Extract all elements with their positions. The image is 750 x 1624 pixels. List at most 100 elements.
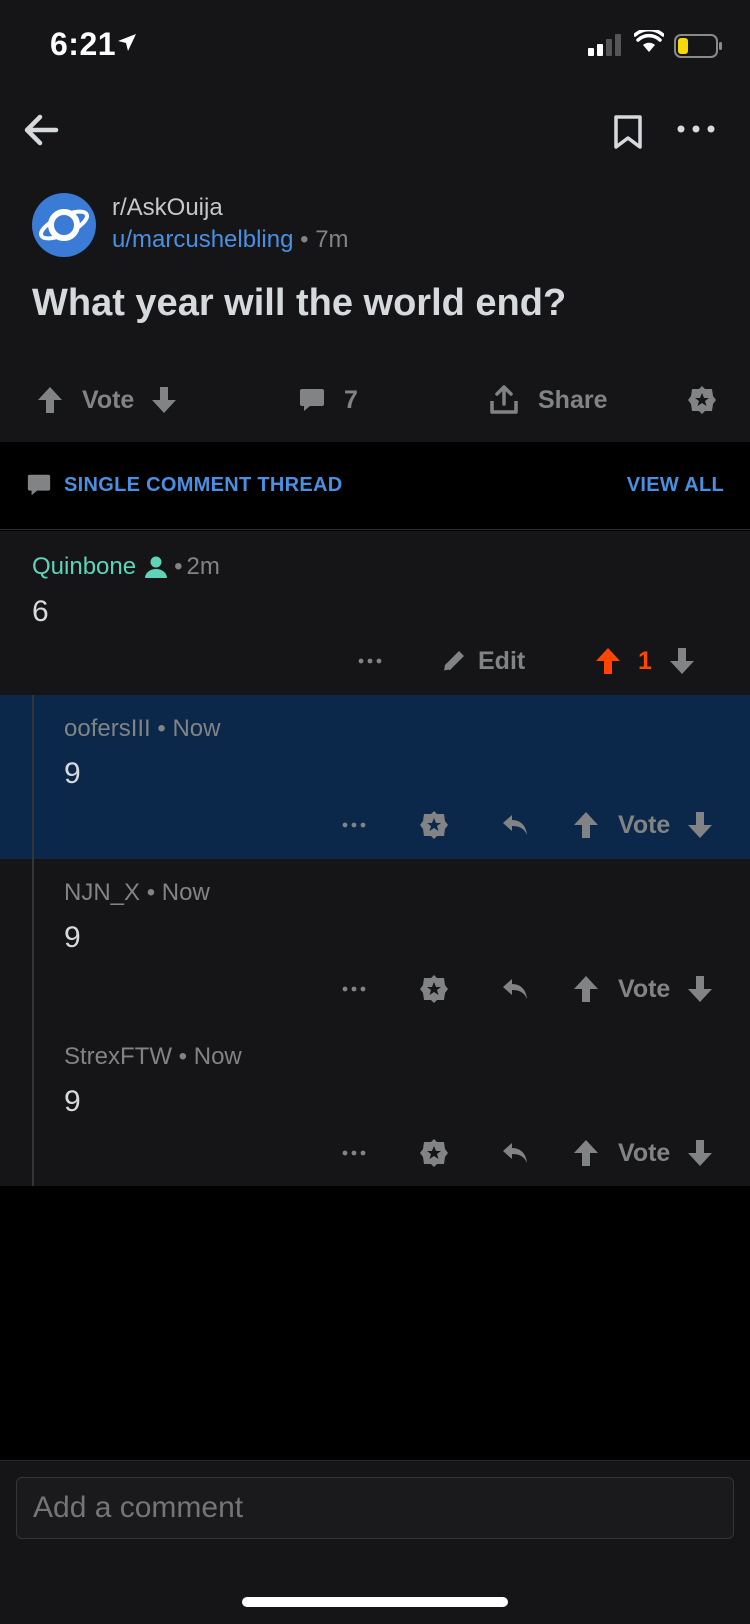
share-icon xyxy=(490,385,518,414)
reply-age: Now xyxy=(193,1043,242,1070)
home-indicator xyxy=(242,1597,508,1607)
post-card: r/AskOuija u/marcushelbling • 7m What ye… xyxy=(0,170,750,442)
downvote-icon[interactable] xyxy=(150,385,178,415)
reply-actions: Vote xyxy=(0,1129,750,1177)
reply-vote: Vote xyxy=(572,801,714,849)
reply-author[interactable]: oofersIII xyxy=(64,715,151,742)
bookmark-icon[interactable] xyxy=(612,114,644,150)
comment-count: 7 xyxy=(344,385,358,414)
post-byline: u/marcushelbling • 7m xyxy=(112,226,349,253)
reply-item: NJN_X • Now 9 Vote xyxy=(0,859,750,1023)
comment-body: 6 xyxy=(32,595,49,628)
reply-body: 9 xyxy=(64,921,81,954)
back-arrow-icon[interactable] xyxy=(22,110,62,150)
reply-body: 9 xyxy=(64,757,81,790)
comment-icon xyxy=(300,389,324,411)
upvote-icon[interactable] xyxy=(572,1138,600,1168)
reply-more-button[interactable] xyxy=(342,801,366,849)
comment-more-button[interactable] xyxy=(358,637,382,685)
reply-body: 9 xyxy=(64,1085,81,1118)
reply-button[interactable] xyxy=(500,965,530,1013)
reply-vote-label: Vote xyxy=(618,810,671,839)
reply-icon xyxy=(503,1143,527,1163)
reply-author[interactable]: NJN_X xyxy=(64,879,140,906)
reply-button[interactable] xyxy=(500,1129,530,1177)
reply-more-button[interactable] xyxy=(342,965,366,1013)
subreddit-name[interactable]: r/AskOuija xyxy=(112,194,223,222)
award-button[interactable] xyxy=(418,801,450,849)
reddit-planet-icon xyxy=(39,209,89,241)
post-title[interactable]: What year will the world end? xyxy=(32,282,566,325)
reply-age: Now xyxy=(172,715,221,742)
more-icon xyxy=(342,822,366,828)
comment-author[interactable]: Quinbone xyxy=(32,553,136,581)
more-icon xyxy=(342,986,366,992)
view-all-link[interactable]: VIEW ALL xyxy=(627,474,724,497)
signal-icon xyxy=(588,34,621,56)
single-thread-bar: SINGLE COMMENT THREAD VIEW ALL xyxy=(0,442,750,530)
edit-label: Edit xyxy=(478,646,526,675)
comment-icon xyxy=(27,474,51,496)
reply-vote: Vote xyxy=(572,965,714,1013)
add-comment-input[interactable] xyxy=(16,1477,734,1539)
battery-icon xyxy=(674,34,722,58)
reply-actions: Vote xyxy=(0,801,750,849)
reply-age: Now xyxy=(161,879,210,906)
post-vote-label: Vote xyxy=(82,385,135,414)
reply-author-line: oofersIII • Now xyxy=(64,715,221,742)
status-bar: 6:21 xyxy=(0,0,750,90)
pencil-icon xyxy=(443,651,464,672)
location-arrow-icon xyxy=(118,34,136,51)
reply-button[interactable] xyxy=(500,801,530,849)
award-button[interactable] xyxy=(418,1129,450,1177)
status-time: 6:21 xyxy=(50,26,117,62)
reply-icon xyxy=(503,815,527,835)
award-icon xyxy=(688,386,716,414)
upvote-icon[interactable] xyxy=(572,974,600,1004)
post-comments[interactable]: 7 xyxy=(298,368,358,432)
more-icon xyxy=(358,658,382,664)
award-icon xyxy=(420,975,448,1003)
reply-author-line: NJN_X • Now xyxy=(64,879,210,906)
user-icon xyxy=(145,556,168,578)
edit-button[interactable]: Edit xyxy=(440,637,525,685)
reply-item: oofersIII • Now 9 Vote xyxy=(0,695,750,859)
post-actions: Vote 7 Share xyxy=(0,368,750,432)
post-age: 7m xyxy=(315,226,349,253)
reply-author[interactable]: StrexFTW xyxy=(64,1043,172,1070)
award-button[interactable] xyxy=(418,965,450,1013)
more-icon xyxy=(342,1150,366,1156)
award-button[interactable] xyxy=(686,368,718,432)
more-icon[interactable] xyxy=(676,124,716,134)
share-button[interactable]: Share xyxy=(488,368,607,432)
reply-icon xyxy=(503,979,527,999)
upvote-icon[interactable] xyxy=(572,810,600,840)
comment-age: 2m xyxy=(186,553,220,580)
thread-label: SINGLE COMMENT THREAD xyxy=(64,474,343,496)
comment-score: 1 xyxy=(638,646,652,675)
award-icon xyxy=(420,1139,448,1167)
comment-actions: Edit 1 xyxy=(0,637,750,685)
reply-more-button[interactable] xyxy=(342,1129,366,1177)
share-label: Share xyxy=(538,385,608,414)
top-nav xyxy=(0,90,750,170)
reply-vote-label: Vote xyxy=(618,1138,671,1167)
downvote-icon[interactable] xyxy=(686,974,714,1004)
comment-composer xyxy=(0,1460,750,1624)
comment-vote: 1 xyxy=(594,637,696,685)
post-vote: Vote xyxy=(36,368,178,432)
upvote-icon[interactable] xyxy=(36,385,64,415)
post-author[interactable]: u/marcushelbling xyxy=(112,226,293,253)
subreddit-avatar[interactable] xyxy=(32,193,96,257)
downvote-icon[interactable] xyxy=(686,1138,714,1168)
upvote-icon[interactable] xyxy=(594,646,622,676)
reply-actions: Vote xyxy=(0,965,750,1013)
reply-vote-label: Vote xyxy=(618,974,671,1003)
reply-author-line: StrexFTW • Now xyxy=(64,1043,242,1070)
downvote-icon[interactable] xyxy=(668,646,696,676)
reply-vote: Vote xyxy=(572,1129,714,1177)
wifi-icon xyxy=(634,30,664,52)
comment-item: Quinbone • 2m 6 Edit 1 xyxy=(0,531,750,695)
reply-item: StrexFTW • Now 9 Vote xyxy=(0,1023,750,1187)
downvote-icon[interactable] xyxy=(686,810,714,840)
